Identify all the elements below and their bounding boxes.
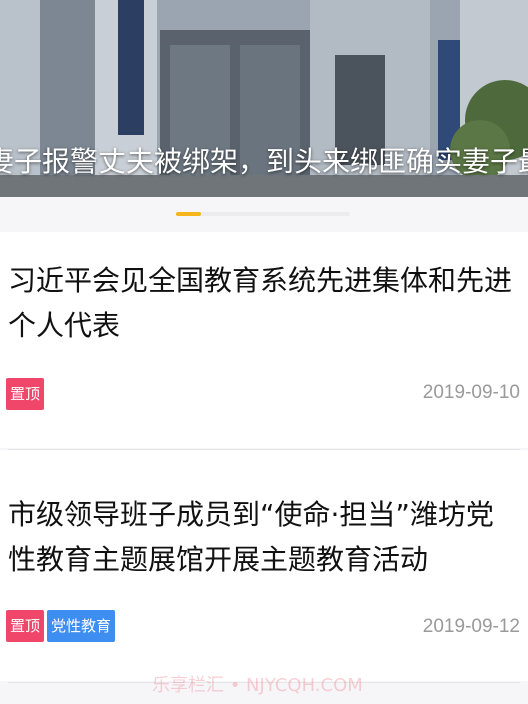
carousel-indicator-active: [176, 212, 201, 216]
banner-caption: 妻子报警丈夫被绑架，到头来绑匪确实妻子最熟: [0, 145, 528, 178]
banner-carousel[interactable]: 妻子报警丈夫被绑架，到头来绑匪确实妻子最熟: [0, 0, 528, 197]
news-list-item[interactable]: 习近平会见全国教育系统先进集体和先进个人代表 置顶 2019-09-10: [0, 232, 528, 448]
pinned-tag: 置顶: [6, 378, 45, 410]
pinned-tag: 置顶: [6, 610, 45, 642]
topic-tag: 党性教育: [47, 610, 116, 642]
news-page: 妻子报警丈夫被绑架，到头来绑匪确实妻子最熟 习近平会见全国教育系统先进集体和先进…: [0, 0, 528, 704]
news-list-item[interactable]: 市级领导班子成员到“使命·担当”潍坊党性教育主题展馆开展主题教育活动 置顶 党性…: [0, 450, 528, 681]
news-title[interactable]: 市级领导班子成员到“使命·担当”潍坊党性教育主题展馆开展主题教育活动: [8, 492, 520, 582]
news-title[interactable]: 习近平会见全国教育系统先进集体和先进个人代表: [8, 258, 520, 348]
watermark-text: 乐享栏汇 • NJYCQH.COM: [152, 675, 363, 696]
carousel-indicator: [176, 212, 350, 216]
news-date: 2019-09-12: [422, 616, 520, 637]
news-date: 2019-09-10: [422, 382, 520, 403]
